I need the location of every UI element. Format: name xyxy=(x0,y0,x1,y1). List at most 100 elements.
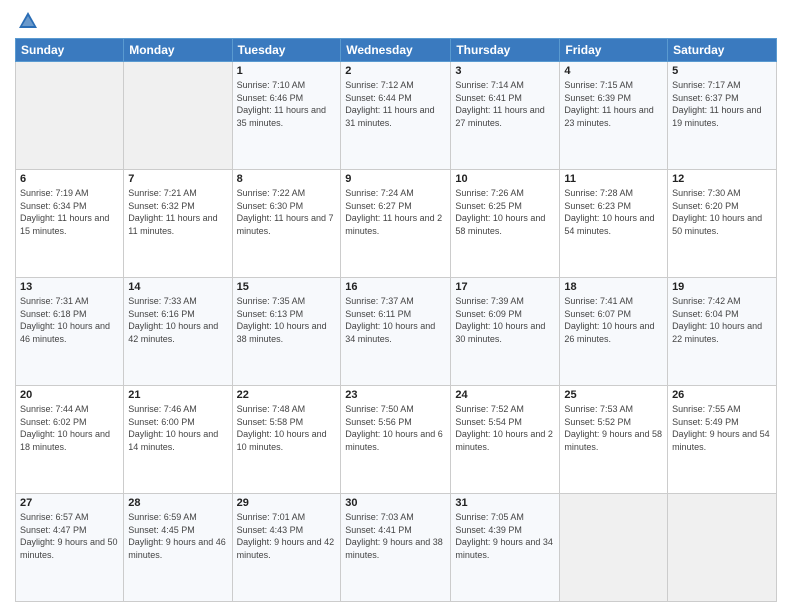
day-info: Sunrise: 7:31 AMSunset: 6:18 PMDaylight:… xyxy=(20,295,119,345)
calendar: SundayMondayTuesdayWednesdayThursdayFrid… xyxy=(15,38,777,602)
calendar-cell: 21 Sunrise: 7:46 AMSunset: 6:00 PMDayligh… xyxy=(124,386,232,494)
day-info: Sunrise: 7:46 AMSunset: 6:00 PMDaylight:… xyxy=(128,403,227,453)
day-number: 27 xyxy=(20,497,119,509)
day-info: Sunrise: 7:05 AMSunset: 4:39 PMDaylight:… xyxy=(455,511,555,561)
day-info: Sunrise: 7:41 AMSunset: 6:07 PMDaylight:… xyxy=(564,295,663,345)
calendar-week-5: 27 Sunrise: 6:57 AMSunset: 4:47 PMDayligh… xyxy=(16,494,777,602)
day-number: 30 xyxy=(345,497,446,509)
calendar-cell: 10 Sunrise: 7:26 AMSunset: 6:25 PMDayligh… xyxy=(451,170,560,278)
day-info: Sunrise: 7:26 AMSunset: 6:25 PMDaylight:… xyxy=(455,187,555,237)
calendar-cell: 8 Sunrise: 7:22 AMSunset: 6:30 PMDaylight… xyxy=(232,170,341,278)
calendar-header-row: SundayMondayTuesdayWednesdayThursdayFrid… xyxy=(16,39,777,62)
day-header-wednesday: Wednesday xyxy=(341,39,451,62)
day-number: 25 xyxy=(564,389,663,401)
day-number: 4 xyxy=(564,65,663,77)
calendar-cell: 5Sunrise: 7:17 AMSunset: 6:37 PMDaylight… xyxy=(668,62,777,170)
day-info: Sunrise: 7:12 AMSunset: 6:44 PMDaylight:… xyxy=(345,79,446,129)
calendar-cell: 16 Sunrise: 7:37 AMSunset: 6:11 PMDayligh… xyxy=(341,278,451,386)
day-number: 29 xyxy=(237,497,337,509)
day-info: Sunrise: 7:50 AMSunset: 5:56 PMDaylight:… xyxy=(345,403,446,453)
day-number: 13 xyxy=(20,281,119,293)
day-number: 11 xyxy=(564,173,663,185)
day-number: 20 xyxy=(20,389,119,401)
day-number: 16 xyxy=(345,281,446,293)
day-number: 22 xyxy=(237,389,337,401)
calendar-week-3: 13 Sunrise: 7:31 AMSunset: 6:18 PMDayligh… xyxy=(16,278,777,386)
header xyxy=(15,10,777,32)
day-header-sunday: Sunday xyxy=(16,39,124,62)
day-number: 8 xyxy=(237,173,337,185)
calendar-cell: 18 Sunrise: 7:41 AMSunset: 6:07 PMDayligh… xyxy=(560,278,668,386)
day-header-saturday: Saturday xyxy=(668,39,777,62)
day-info: Sunrise: 7:17 AMSunset: 6:37 PMDaylight:… xyxy=(672,79,772,129)
calendar-cell xyxy=(124,62,232,170)
day-number: 15 xyxy=(237,281,337,293)
calendar-cell: 1 Sunrise: 7:10 AMSunset: 6:46 PMDaylight… xyxy=(232,62,341,170)
calendar-cell: 27 Sunrise: 6:57 AMSunset: 4:47 PMDayligh… xyxy=(16,494,124,602)
day-number: 31 xyxy=(455,497,555,509)
day-info: Sunrise: 7:01 AMSunset: 4:43 PMDaylight:… xyxy=(237,511,337,561)
calendar-cell: 12 Sunrise: 7:30 AMSunset: 6:20 PMDayligh… xyxy=(668,170,777,278)
calendar-cell: 22 Sunrise: 7:48 AMSunset: 5:58 PMDayligh… xyxy=(232,386,341,494)
day-info: Sunrise: 7:33 AMSunset: 6:16 PMDaylight:… xyxy=(128,295,227,345)
calendar-cell: 17Sunrise: 7:39 AMSunset: 6:09 PMDayligh… xyxy=(451,278,560,386)
calendar-cell: 19 Sunrise: 7:42 AMSunset: 6:04 PMDayligh… xyxy=(668,278,777,386)
calendar-cell xyxy=(668,494,777,602)
logo-icon xyxy=(17,10,39,32)
day-info: Sunrise: 7:48 AMSunset: 5:58 PMDaylight:… xyxy=(237,403,337,453)
day-header-friday: Friday xyxy=(560,39,668,62)
day-number: 6 xyxy=(20,173,119,185)
day-number: 21 xyxy=(128,389,227,401)
day-info: Sunrise: 7:15 AMSunset: 6:39 PMDaylight:… xyxy=(564,79,663,129)
day-number: 12 xyxy=(672,173,772,185)
day-number: 24 xyxy=(455,389,555,401)
calendar-cell: 24 Sunrise: 7:52 AMSunset: 5:54 PMDayligh… xyxy=(451,386,560,494)
calendar-cell: 31 Sunrise: 7:05 AMSunset: 4:39 PMDayligh… xyxy=(451,494,560,602)
calendar-cell: 9 Sunrise: 7:24 AMSunset: 6:27 PMDaylight… xyxy=(341,170,451,278)
day-header-tuesday: Tuesday xyxy=(232,39,341,62)
calendar-cell: 7Sunrise: 7:21 AMSunset: 6:32 PMDaylight… xyxy=(124,170,232,278)
day-number: 18 xyxy=(564,281,663,293)
day-number: 26 xyxy=(672,389,772,401)
day-number: 19 xyxy=(672,281,772,293)
calendar-week-4: 20 Sunrise: 7:44 AMSunset: 6:02 PMDayligh… xyxy=(16,386,777,494)
day-info: Sunrise: 7:30 AMSunset: 6:20 PMDaylight:… xyxy=(672,187,772,237)
calendar-cell: 15 Sunrise: 7:35 AMSunset: 6:13 PMDayligh… xyxy=(232,278,341,386)
day-info: Sunrise: 7:42 AMSunset: 6:04 PMDaylight:… xyxy=(672,295,772,345)
day-info: Sunrise: 6:57 AMSunset: 4:47 PMDaylight:… xyxy=(20,511,119,561)
calendar-week-2: 6Sunrise: 7:19 AMSunset: 6:34 PMDaylight… xyxy=(16,170,777,278)
day-info: Sunrise: 7:52 AMSunset: 5:54 PMDaylight:… xyxy=(455,403,555,453)
day-info: Sunrise: 7:14 AMSunset: 6:41 PMDaylight:… xyxy=(455,79,555,129)
day-info: Sunrise: 7:10 AMSunset: 6:46 PMDaylight:… xyxy=(237,79,337,129)
day-info: Sunrise: 7:37 AMSunset: 6:11 PMDaylight:… xyxy=(345,295,446,345)
calendar-cell: 30 Sunrise: 7:03 AMSunset: 4:41 PMDayligh… xyxy=(341,494,451,602)
calendar-cell xyxy=(560,494,668,602)
day-info: Sunrise: 7:22 AMSunset: 6:30 PMDaylight:… xyxy=(237,187,337,237)
day-info: Sunrise: 7:44 AMSunset: 6:02 PMDaylight:… xyxy=(20,403,119,453)
day-number: 3 xyxy=(455,65,555,77)
day-number: 28 xyxy=(128,497,227,509)
calendar-week-1: 1 Sunrise: 7:10 AMSunset: 6:46 PMDaylight… xyxy=(16,62,777,170)
day-header-thursday: Thursday xyxy=(451,39,560,62)
day-info: Sunrise: 7:39 AMSunset: 6:09 PMDaylight:… xyxy=(455,295,555,345)
calendar-cell: 3 Sunrise: 7:14 AMSunset: 6:41 PMDaylight… xyxy=(451,62,560,170)
calendar-cell: 6Sunrise: 7:19 AMSunset: 6:34 PMDaylight… xyxy=(16,170,124,278)
day-info: Sunrise: 6:59 AMSunset: 4:45 PMDaylight:… xyxy=(128,511,227,561)
calendar-cell: 29 Sunrise: 7:01 AMSunset: 4:43 PMDayligh… xyxy=(232,494,341,602)
day-header-monday: Monday xyxy=(124,39,232,62)
calendar-cell: 11 Sunrise: 7:28 AMSunset: 6:23 PMDayligh… xyxy=(560,170,668,278)
day-number: 7 xyxy=(128,173,227,185)
day-number: 1 xyxy=(237,65,337,77)
logo xyxy=(15,10,41,32)
calendar-cell: 20 Sunrise: 7:44 AMSunset: 6:02 PMDayligh… xyxy=(16,386,124,494)
day-info: Sunrise: 7:28 AMSunset: 6:23 PMDaylight:… xyxy=(564,187,663,237)
day-info: Sunrise: 7:35 AMSunset: 6:13 PMDaylight:… xyxy=(237,295,337,345)
day-info: Sunrise: 7:55 AMSunset: 5:49 PMDaylight:… xyxy=(672,403,772,453)
day-info: Sunrise: 7:03 AMSunset: 4:41 PMDaylight:… xyxy=(345,511,446,561)
day-number: 10 xyxy=(455,173,555,185)
day-info: Sunrise: 7:24 AMSunset: 6:27 PMDaylight:… xyxy=(345,187,446,237)
calendar-cell: 25Sunrise: 7:53 AMSunset: 5:52 PMDayligh… xyxy=(560,386,668,494)
day-number: 9 xyxy=(345,173,446,185)
calendar-cell: 23 Sunrise: 7:50 AMSunset: 5:56 PMDayligh… xyxy=(341,386,451,494)
day-number: 23 xyxy=(345,389,446,401)
